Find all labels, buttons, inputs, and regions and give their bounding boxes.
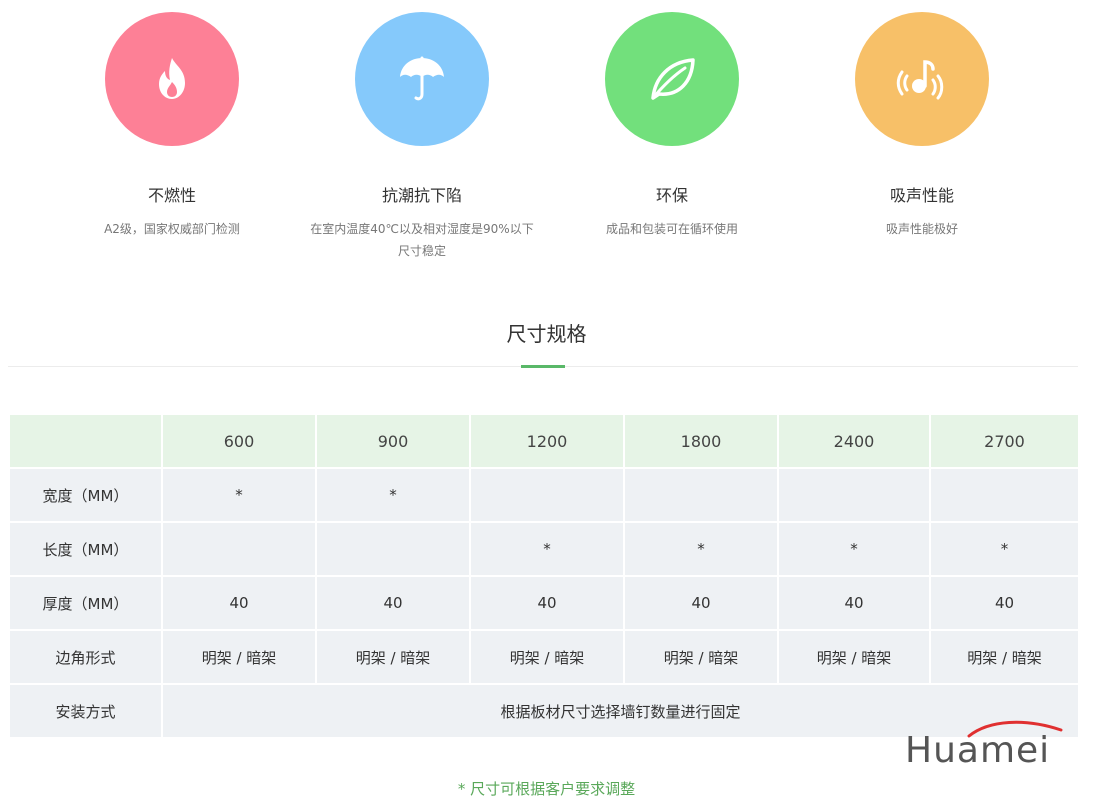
logo-text: Huamei xyxy=(905,730,1051,771)
table-cell xyxy=(161,521,317,577)
table-header-cell: 2400 xyxy=(777,413,931,469)
table-cell xyxy=(469,467,625,523)
feature-title: 吸声性能 xyxy=(889,186,954,205)
table-header-cell: 600 xyxy=(161,413,317,469)
feature-sound-absorption: 吸声性能 吸声性能极好 xyxy=(772,12,1072,240)
leaf-icon xyxy=(651,58,695,100)
table-cell: 明架 / 暗架 xyxy=(469,629,625,685)
table-cell xyxy=(777,467,931,523)
spec-table: 600 900 1200 1800 2400 2700 宽度（MM） * * 长… xyxy=(8,413,1080,739)
table-cell: * xyxy=(469,521,625,577)
fire-icon xyxy=(159,58,185,99)
table-cell: 明架 / 暗架 xyxy=(623,629,779,685)
table-cell: * xyxy=(929,521,1080,577)
table-cell: 明架 / 暗架 xyxy=(929,629,1080,685)
feature-desc-line: 吸声性能极好 xyxy=(885,222,958,236)
row-label: 边角形式 xyxy=(8,629,163,685)
music-note-icon xyxy=(896,60,944,100)
section-title: 尺寸规格 xyxy=(506,322,587,346)
umbrella-icon xyxy=(400,56,444,101)
table-cell: 40 xyxy=(469,575,625,631)
table-cell: * xyxy=(623,521,779,577)
footnote: * 尺寸可根据客户要求调整 xyxy=(457,780,636,798)
feature-circle xyxy=(105,12,239,146)
table-row-width: 宽度（MM） * * xyxy=(8,467,1080,523)
feature-description: 吸声性能极好 xyxy=(772,218,1072,240)
table-cell xyxy=(315,521,471,577)
features-section: 不燃性 A2级，国家权威部门检测 抗潮抗下陷 在室内温度40℃以及相对湿度是90… xyxy=(0,0,1093,260)
table-header-row: 600 900 1200 1800 2400 2700 xyxy=(8,413,1080,469)
table-cell: 40 xyxy=(161,575,317,631)
row-label: 厚度（MM） xyxy=(8,575,163,631)
row-label: 长度（MM） xyxy=(8,521,163,577)
table-header-cell: 900 xyxy=(315,413,471,469)
table-cell: 明架 / 暗架 xyxy=(777,629,931,685)
title-underline-accent xyxy=(521,365,565,368)
table-cell: * xyxy=(315,467,471,523)
table-cell: 明架 / 暗架 xyxy=(161,629,317,685)
logo: Huamei xyxy=(905,718,1065,774)
table-header-cell: 1800 xyxy=(623,413,779,469)
table-header-cell xyxy=(8,413,163,469)
table-row-thickness: 厚度（MM） 40 40 40 40 40 40 xyxy=(8,575,1080,631)
table-cell: * xyxy=(161,467,317,523)
table-cell: 40 xyxy=(929,575,1080,631)
table-header-cell: 1200 xyxy=(469,413,625,469)
row-label: 安装方式 xyxy=(8,683,163,739)
feature-circle xyxy=(605,12,739,146)
table-row-edge-type: 边角形式 明架 / 暗架 明架 / 暗架 明架 / 暗架 明架 / 暗架 明架 … xyxy=(8,629,1080,685)
table-cell: 40 xyxy=(315,575,471,631)
table-cell: * xyxy=(777,521,931,577)
table-cell xyxy=(623,467,779,523)
feature-desc-line: 尺寸稳定 xyxy=(397,244,446,258)
table-cell: 40 xyxy=(777,575,931,631)
feature-circle xyxy=(855,12,989,146)
table-cell: 明架 / 暗架 xyxy=(315,629,471,685)
table-cell xyxy=(929,467,1080,523)
table-row-length: 长度（MM） * * * * xyxy=(8,521,1080,577)
table-cell: 40 xyxy=(623,575,779,631)
row-label: 宽度（MM） xyxy=(8,467,163,523)
feature-circle xyxy=(355,12,489,146)
table-header-cell: 2700 xyxy=(929,413,1080,469)
